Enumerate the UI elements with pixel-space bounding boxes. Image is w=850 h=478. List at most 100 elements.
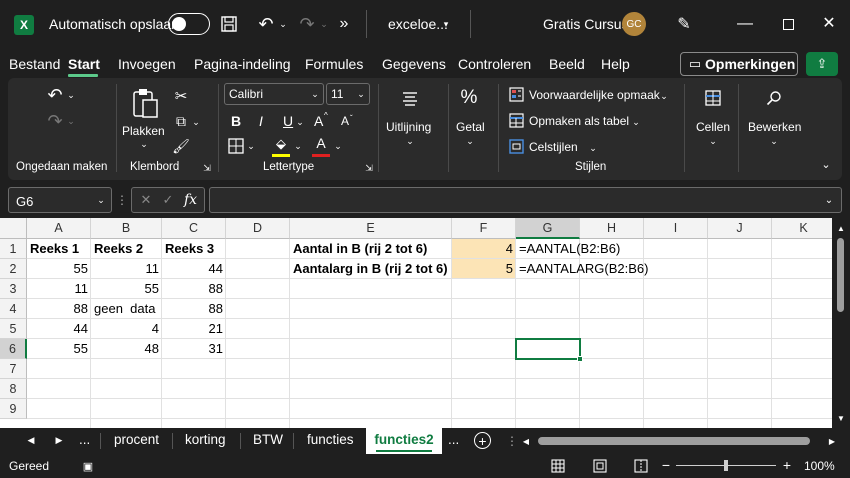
insert-function-button[interactable]: fx bbox=[184, 192, 197, 208]
zoom-out-icon[interactable]: − bbox=[659, 457, 673, 473]
cell-c1[interactable]: Reeks 3 bbox=[162, 239, 226, 259]
tab-formules[interactable]: Formules bbox=[305, 56, 363, 72]
font-name-dropdown[interactable]: Calibri ⌄ bbox=[224, 83, 324, 105]
chevron-down-icon[interactable]: ⌄ bbox=[706, 134, 720, 148]
tab-invoegen[interactable]: Invoegen bbox=[118, 56, 176, 72]
chevron-down-icon[interactable]: ⌄ bbox=[191, 114, 201, 130]
row-header-5[interactable]: 5 bbox=[0, 319, 27, 339]
cell-b5[interactable]: 4 bbox=[91, 319, 162, 339]
font-color-icon[interactable]: A bbox=[312, 133, 330, 153]
tab-gegevens[interactable]: Gegevens bbox=[382, 56, 446, 72]
tab-controleren[interactable]: Controleren bbox=[458, 56, 531, 72]
editing-label[interactable]: Bewerken bbox=[748, 120, 801, 134]
cell-c6[interactable]: 31 bbox=[162, 339, 226, 359]
bold-button[interactable]: B bbox=[231, 113, 241, 129]
cell-f1[interactable]: 4 bbox=[452, 239, 516, 259]
zoom-in-icon[interactable]: + bbox=[780, 457, 794, 473]
undo-icon[interactable]: ↶ bbox=[44, 84, 66, 106]
cell-b6[interactable]: 48 bbox=[91, 339, 162, 359]
scroll-right-icon[interactable]: ▶ bbox=[52, 433, 66, 447]
filename[interactable]: exceloe... bbox=[388, 16, 448, 32]
chevron-down-icon[interactable]: ⌄ bbox=[246, 139, 256, 153]
percent-icon[interactable]: % bbox=[458, 87, 480, 109]
column-header-i[interactable]: I bbox=[644, 218, 708, 239]
zoom-level[interactable]: 100% bbox=[804, 459, 835, 473]
chevron-down-icon[interactable]: ⌄ bbox=[333, 139, 343, 153]
row-header-1[interactable]: 1 bbox=[0, 239, 27, 259]
font-size-dropdown[interactable]: 11 ⌄ bbox=[326, 83, 370, 105]
scrollbar-thumb[interactable] bbox=[837, 238, 844, 312]
tab-pagina-indeling[interactable]: Pagina-indeling bbox=[194, 56, 291, 72]
vertical-scrollbar[interactable]: ▲ ▼ bbox=[832, 218, 850, 428]
cell-g2[interactable]: =AANTALARG(B2:B6) bbox=[516, 259, 648, 279]
row-header-3[interactable]: 3 bbox=[0, 279, 27, 299]
collapse-ribbon-icon[interactable]: ⌄ bbox=[818, 156, 834, 172]
underline-button[interactable]: U bbox=[283, 113, 293, 129]
normal-view-icon[interactable] bbox=[550, 458, 566, 474]
column-header-j[interactable]: J bbox=[708, 218, 772, 239]
column-header-a[interactable]: A bbox=[27, 218, 91, 239]
cell-c4[interactable]: 88 bbox=[162, 299, 226, 319]
chevron-down-icon[interactable]: ▾ bbox=[440, 16, 452, 32]
page-break-view-icon[interactable] bbox=[633, 458, 649, 474]
cell-c3[interactable]: 88 bbox=[162, 279, 226, 299]
tab-start[interactable]: Start bbox=[68, 56, 100, 72]
select-all-corner[interactable] bbox=[0, 218, 27, 239]
row-header-2[interactable]: 2 bbox=[0, 259, 27, 279]
accessibility-icon[interactable]: ▣ bbox=[80, 458, 96, 474]
scroll-down-icon[interactable]: ▼ bbox=[835, 412, 847, 424]
sheet-tabs-more-right[interactable]: ... bbox=[448, 432, 459, 447]
save-icon[interactable] bbox=[218, 13, 240, 35]
cell-styles-button[interactable]: Celstijlen bbox=[529, 140, 578, 154]
row-header-7[interactable]: 7 bbox=[0, 359, 27, 379]
active-cell-selection[interactable] bbox=[515, 338, 581, 360]
chevron-down-icon[interactable]: ⌄ bbox=[822, 192, 836, 208]
cell-a5[interactable]: 44 bbox=[27, 319, 91, 339]
avatar[interactable]: GC bbox=[622, 12, 646, 36]
chevron-down-icon[interactable]: ⌄ bbox=[588, 141, 598, 155]
cell-a4[interactable]: 88 bbox=[27, 299, 91, 319]
chevron-down-icon[interactable]: ⌄ bbox=[463, 134, 477, 148]
sheet-tab-korting[interactable]: korting bbox=[185, 432, 226, 447]
chevron-down-icon[interactable]: ⌄ bbox=[137, 137, 151, 151]
cell-g1[interactable]: =AANTAL(B2:B6) bbox=[516, 239, 620, 259]
designer-icon[interactable]: ✎ bbox=[672, 12, 696, 36]
undo-icon[interactable]: ↶ bbox=[255, 13, 277, 35]
horizontal-scrollbar[interactable]: ◀ ▶ bbox=[520, 433, 842, 449]
cell-e1[interactable]: Aantal in B (rij 2 tot 6) bbox=[290, 239, 452, 259]
cell-c2[interactable]: 44 bbox=[162, 259, 226, 279]
user-label[interactable]: Gratis Cursus bbox=[543, 16, 629, 32]
share-icon[interactable]: ⇪ bbox=[806, 52, 838, 76]
fill-handle[interactable] bbox=[577, 356, 583, 362]
cell-c5[interactable]: 21 bbox=[162, 319, 226, 339]
sheet-tabs-more-left[interactable]: ... bbox=[79, 432, 90, 447]
row-header-8[interactable]: 8 bbox=[0, 379, 27, 399]
page-layout-view-icon[interactable] bbox=[592, 458, 608, 474]
formula-input[interactable]: ⌄ bbox=[209, 187, 842, 213]
chevron-down-icon[interactable]: ⌄ bbox=[631, 115, 641, 129]
cell-b3[interactable]: 55 bbox=[91, 279, 162, 299]
chevron-down-icon[interactable]: ⌄ bbox=[403, 134, 417, 148]
cancel-icon[interactable]: ✕ bbox=[138, 192, 154, 208]
minimize-icon[interactable]: — bbox=[735, 14, 755, 34]
cell-e2[interactable]: Aantalarg in B (rij 2 tot 6) bbox=[290, 259, 452, 279]
copy-icon[interactable]: ⧉ bbox=[171, 111, 191, 131]
row-header-4[interactable]: 4 bbox=[0, 299, 27, 319]
grow-font-button[interactable]: A bbox=[314, 113, 323, 129]
paste-label[interactable]: Plakken bbox=[122, 124, 165, 138]
column-header-h[interactable]: H bbox=[580, 218, 644, 239]
column-header-c[interactable]: C bbox=[162, 218, 226, 239]
number-label[interactable]: Getal bbox=[456, 120, 485, 134]
cell-b2[interactable]: 11 bbox=[91, 259, 162, 279]
tab-help[interactable]: Help bbox=[601, 56, 630, 72]
column-header-k[interactable]: K bbox=[772, 218, 832, 239]
chevron-down-icon[interactable]: ⌄ bbox=[659, 89, 669, 103]
dialog-launcher-icon[interactable]: ⇲ bbox=[201, 162, 213, 174]
shrink-font-button[interactable]: A bbox=[341, 114, 349, 128]
tab-beeld[interactable]: Beeld bbox=[549, 56, 585, 72]
enter-icon[interactable]: ✓ bbox=[160, 192, 176, 208]
alignment-label[interactable]: Uitlijning bbox=[386, 120, 431, 134]
name-box[interactable]: G6 ⌄ bbox=[8, 187, 112, 213]
zoom-slider-thumb[interactable] bbox=[724, 460, 728, 471]
active-sheet-tab[interactable]: functies2 bbox=[366, 428, 442, 454]
